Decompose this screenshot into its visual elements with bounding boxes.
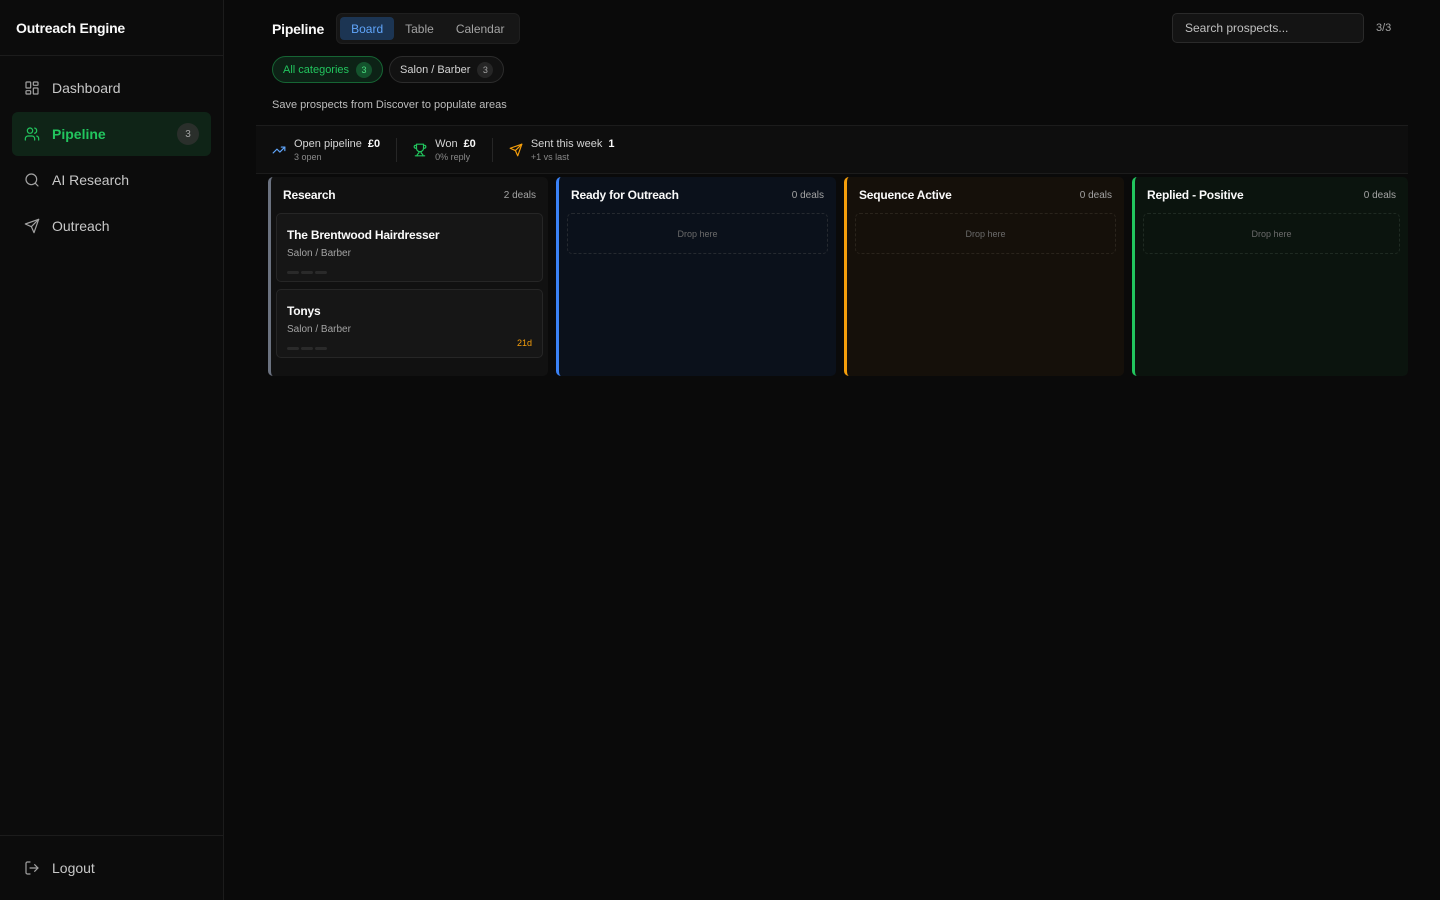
prospect-card[interactable]: Tonys Salon / Barber 21d [276, 289, 543, 358]
empty-areas-hint: Save prospects from Discover to populate… [272, 99, 507, 111]
result-count: 3/3 [1376, 22, 1392, 34]
column-header: Ready for Outreach 0 deals [559, 177, 836, 213]
logout-button[interactable]: Logout [12, 846, 211, 890]
column-ready-for-outreach: Ready for Outreach 0 deals Drop here [556, 177, 836, 376]
column-count: 0 deals [1079, 189, 1112, 201]
page-title: Pipeline [272, 20, 325, 37]
stat-sub: 0% reply [435, 151, 471, 162]
stat-value: £0 [367, 137, 381, 150]
stat-open-pipeline: Open pipeline £0 3 open [272, 137, 398, 162]
send-icon [509, 143, 523, 157]
filter-count: 3 [477, 61, 494, 78]
filter-label: Salon / Barber [400, 63, 471, 76]
stat-sub: 3 open [294, 151, 322, 162]
sidebar-item-label: Outreach [52, 218, 110, 234]
pipeline-count-badge: 3 [177, 123, 199, 145]
stat-won: Won £0 0% reply [413, 137, 493, 162]
tab-calendar[interactable]: Calendar [445, 17, 516, 40]
stat-label: Sent this week [530, 137, 603, 150]
stat-value: £0 [463, 137, 476, 150]
sidebar-item-label: Pipeline [52, 126, 106, 142]
sidebar-item-label: AI Research [52, 172, 130, 188]
sidebar: Outreach Engine Dashboard Pipeline 3 AI … [0, 0, 224, 900]
column-replied-positive: Replied - Positive 0 deals Drop here [1132, 177, 1408, 376]
tab-table[interactable]: Table [394, 17, 445, 40]
tab-board[interactable]: Board [340, 17, 395, 40]
dashboard-icon [24, 80, 40, 96]
kanban-board: Research 2 deals The Brentwood Hairdress… [268, 177, 1408, 376]
stat-label: Open pipeline [294, 137, 362, 150]
column-sequence-active: Sequence Active 0 deals Drop here [844, 177, 1124, 376]
drop-zone[interactable]: Drop here [855, 213, 1116, 254]
column-count: 0 deals [791, 189, 824, 201]
sidebar-item-outreach[interactable]: Outreach [12, 204, 211, 248]
sidebar-item-ai-research[interactable]: AI Research [12, 158, 211, 202]
column-count: 0 deals [1363, 189, 1396, 201]
prospect-card[interactable]: The Brentwood Hairdresser Salon / Barber [276, 213, 543, 282]
sidebar-footer: Logout [0, 835, 223, 900]
logout-icon [24, 860, 40, 876]
main-content: Pipeline Board Table Calendar 3/3 All ca… [224, 0, 1440, 900]
column-count: 2 deals [503, 189, 536, 201]
column-title: Replied - Positive [1147, 188, 1244, 202]
search-area: 3/3 [1172, 13, 1391, 43]
prospect-name: Tonys [287, 304, 321, 318]
prospect-name: The Brentwood Hairdresser [287, 228, 440, 242]
view-tabs: Board Table Calendar [336, 13, 520, 44]
progress-dots [287, 271, 327, 274]
column-header: Replied - Positive 0 deals [1135, 177, 1408, 213]
users-icon [24, 126, 40, 142]
sidebar-nav: Dashboard Pipeline 3 AI Research Outreac… [0, 56, 223, 260]
search-icon [24, 172, 40, 188]
app-title: Outreach Engine [0, 0, 223, 56]
trophy-icon [413, 143, 427, 157]
trending-up-icon [272, 143, 286, 157]
drop-zone[interactable]: Drop here [567, 213, 828, 254]
stat-label: Won [435, 137, 458, 150]
search-input[interactable] [1172, 13, 1364, 43]
filter-all-categories[interactable]: All categories 3 [272, 56, 384, 83]
logout-label: Logout [52, 860, 95, 876]
column-title: Ready for Outreach [571, 188, 679, 202]
column-title: Research [283, 188, 336, 202]
stat-sent-this-week: Sent this week 1 +1 vs last [509, 138, 631, 162]
page-header: Pipeline Board Table Calendar [272, 13, 520, 44]
filter-label: All categories [283, 63, 350, 76]
stat-value: 1 [608, 137, 615, 150]
filter-count: 3 [356, 61, 373, 78]
progress-dots [287, 347, 327, 350]
category-filters: All categories 3 Salon / Barber 3 [272, 56, 505, 83]
prospect-category: Salon / Barber [287, 248, 351, 259]
drop-zone[interactable]: Drop here [1143, 213, 1400, 254]
stat-sub: +1 vs last [530, 151, 570, 162]
column-title: Sequence Active [859, 188, 952, 202]
filter-salon-barber[interactable]: Salon / Barber 3 [389, 56, 505, 83]
column-header: Sequence Active 0 deals [847, 177, 1124, 213]
column-header: Research 2 deals [271, 177, 548, 213]
sidebar-item-pipeline[interactable]: Pipeline 3 [12, 112, 211, 156]
column-research: Research 2 deals The Brentwood Hairdress… [268, 177, 548, 376]
prospect-age: 21d [516, 338, 532, 348]
sidebar-item-label: Dashboard [52, 80, 121, 96]
sidebar-item-dashboard[interactable]: Dashboard [12, 66, 211, 110]
prospect-category: Salon / Barber [287, 324, 351, 335]
send-icon [24, 218, 40, 234]
stats-bar: Open pipeline £0 3 open Won £0 0% reply Se… [256, 125, 1408, 174]
